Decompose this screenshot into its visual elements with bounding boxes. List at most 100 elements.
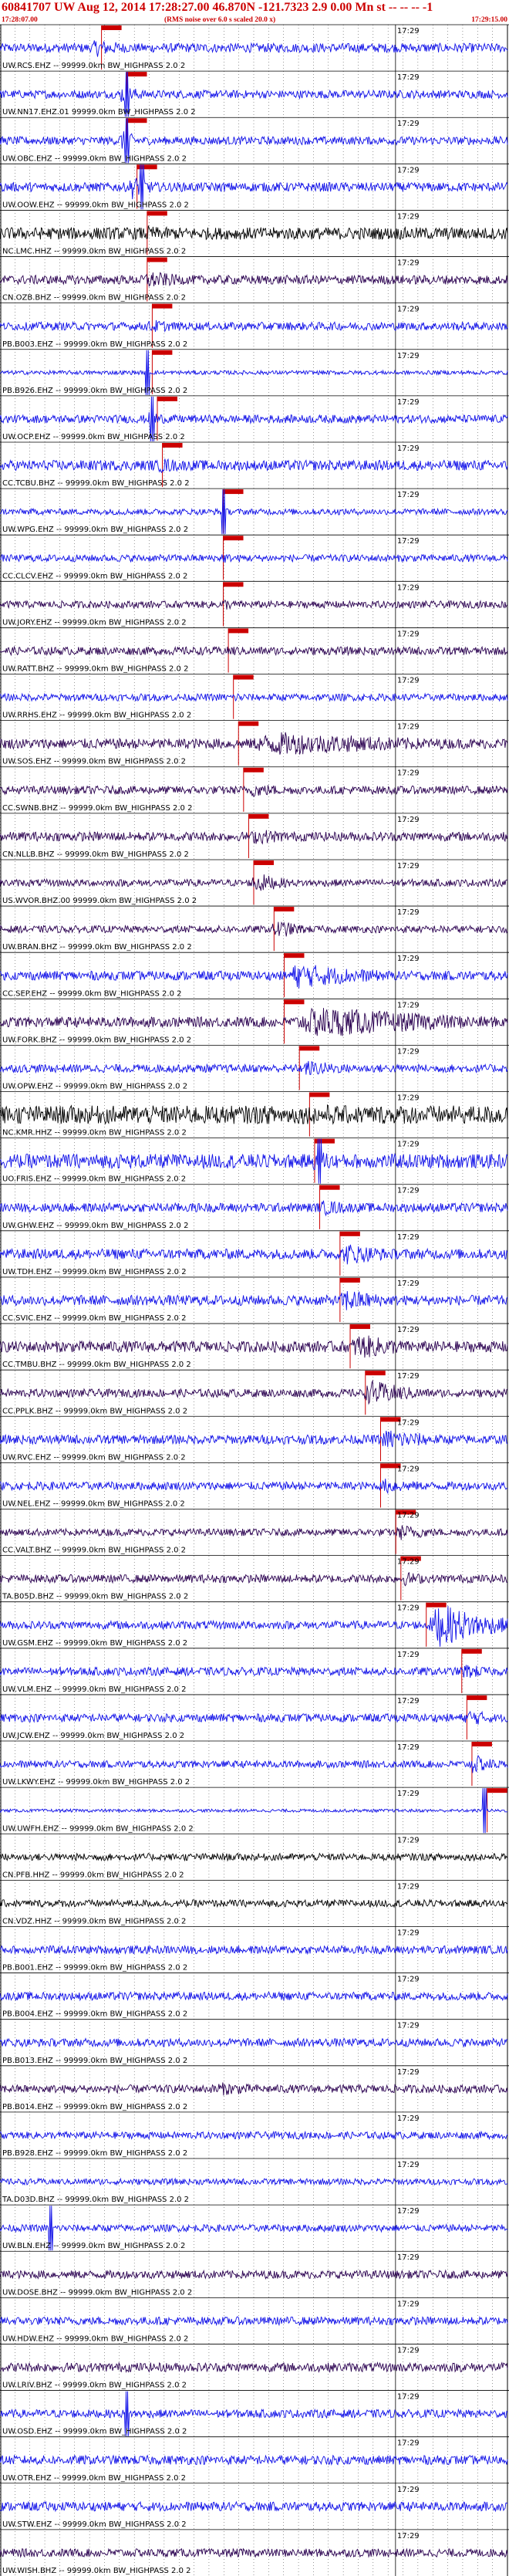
pick-marker (461, 1648, 482, 1654)
minute-mark-label: 17:29 (397, 166, 420, 174)
trace-label: UW.HDW.EHZ -- 99999.0km BW_HIGHPASS 2.0 … (2, 2334, 188, 2343)
trace-panel: 17:29 CC.VALT.BHZ -- 99999.0km BW_HIGHPAS… (0, 1509, 509, 1555)
trace-panel: 17:29 PB.B013.EHZ -- 99999.0km BW_HIGHPAS… (0, 2019, 509, 2065)
trace-panel: 17:29 CN.OZB.BHZ -- 99999.0km BW_HIGHPASS… (0, 256, 509, 303)
pick-marker (248, 813, 269, 819)
trace-label: UW.RVC.EHZ -- 99999.0km BW_HIGHPASS 2.0 … (2, 1453, 186, 1462)
trace-label: UW.OPW.EHZ -- 99999.0km BW_HIGHPASS 2.0 … (2, 1083, 187, 1091)
waveform (0, 1898, 508, 1908)
trace-label: UW.UWFH.EHZ -- 99999.0km BW_HIGHPASS 2.0… (2, 1824, 194, 1833)
trace-label: PB.B001.EHZ -- 99999.0km BW_HIGHPASS 2.0… (2, 1964, 187, 1973)
trace-label: UW.RATT.BHZ -- 99999.0km BW_HIGHPASS 2.0… (2, 665, 188, 674)
trace-label: UW.NN17.EHZ.01 99999.0km BW_HIGHPASS 2.0… (2, 108, 196, 117)
waveform (0, 2361, 508, 2373)
minute-mark-label: 17:29 (397, 352, 420, 360)
minute-mark-label: 17:29 (397, 259, 420, 268)
pick-marker (339, 1231, 360, 1236)
pick-marker (147, 211, 167, 216)
trace-panel: 17:29 NC.KMR.HHZ -- 99999.0km BW_HIGHPASS… (0, 1091, 509, 1138)
pick-marker (223, 536, 244, 541)
minute-mark-label: 17:29 (397, 677, 420, 685)
trace-panel: 17:29 UW.DOSE.BHZ -- 99999.0km BW_HIGHPAS… (0, 2250, 509, 2297)
trace-panel: 17:29 CN.NLLB.BHZ -- 99999.0km BW_HIGHPAS… (0, 813, 509, 859)
pick-marker (284, 999, 305, 1005)
trace-panel: 17:29 UW.OSD.EHZ -- 99999.0km BW_HIGHPASS… (0, 2390, 509, 2436)
pick-marker (101, 25, 122, 30)
minute-mark-label: 17:29 (397, 1882, 420, 1891)
trace-label: UW.SOS.EHZ -- 99999.0km BW_HIGHPASS 2.0 … (2, 758, 186, 766)
trace-panel: 17:29 UW.GSM.EHZ -- 99999.0km BW_HIGHPASS… (0, 1601, 509, 1648)
minute-mark-label: 17:29 (397, 306, 420, 314)
trace-panel: 17:29 CC.PPLK.BHZ -- 99999.0km BW_HIGHPAS… (0, 1369, 509, 1415)
trace-panel: 17:29 CC.SWNB.BHZ -- 99999.0km BW_HIGHPAS… (0, 766, 509, 813)
minute-mark-label: 17:29 (397, 2253, 420, 2262)
trace-label: PB.B013.EHZ -- 99999.0km BW_HIGHPASS 2.0… (2, 2057, 187, 2065)
trace-label: UW.JORY.EHZ -- 99999.0km BW_HIGHPASS 2.0… (2, 618, 187, 627)
minute-mark-label: 17:29 (397, 445, 420, 453)
pick-marker (471, 1742, 492, 1747)
waveform (0, 2315, 508, 2327)
trace-label: CC.VALT.BHZ -- 99999.0km BW_HIGHPASS 2.0… (2, 1547, 186, 1555)
trace-label: US.WVOR.BHZ.00 99999.0km BW_HIGHPASS 2.0… (2, 897, 197, 905)
trace-panel: 17:29 UW.LKWY.EHZ -- 99999.0km BW_HIGHPAS… (0, 1740, 509, 1787)
minute-mark-label: 17:29 (397, 816, 420, 824)
trace-panel: 17:29 CC.SVIC.EHZ -- 99999.0km BW_HIGHPAS… (0, 1276, 509, 1323)
trace-panel: 17:29 UW.JCW.EHZ -- 99999.0km BW_HIGHPASS… (0, 1694, 509, 1740)
waveform (0, 2269, 508, 2280)
trace-label: CN.OZB.BHZ -- 99999.0km BW_HIGHPASS 2.0 … (2, 294, 186, 303)
minute-mark-label: 17:29 (397, 2022, 420, 2030)
waveform (0, 1060, 508, 1076)
waveform (0, 1990, 508, 2002)
minute-mark-label: 17:29 (397, 2486, 420, 2494)
trace-label: CC.PPLK.BHZ -- 99999.0km BW_HIGHPASS 2.0… (2, 1407, 187, 1415)
trace-panel: 17:29 PB.B928.EHZ -- 99999.0km BW_HIGHPAS… (0, 2111, 509, 2158)
pick-marker (254, 860, 274, 865)
trace-label: CC.TMBU.BHZ -- 99999.0km BW_HIGHPASS 2.0… (2, 1361, 191, 1369)
trace-label: UW.VLM.EHZ -- 99999.0km BW_HIGHPASS 2.0 … (2, 1685, 186, 1694)
trace-panel: 17:29 NC.LMC.HHZ -- 99999.0km BW_HIGHPASS… (0, 210, 509, 256)
waveform (0, 1754, 508, 1773)
minute-mark-label: 17:29 (397, 1836, 420, 1844)
waveform (0, 2130, 508, 2141)
pick-marker (365, 1371, 386, 1376)
header-start-time: 17:28:07.00 (2, 16, 38, 24)
minute-mark-label: 17:29 (397, 1465, 420, 1473)
seismogram-plot: 60841707 UW Aug 12, 2014 17:28:27.00 46.… (0, 1, 509, 2576)
trace-panel: 17:29 UW.OTR.EHZ -- 99999.0km BW_HIGHPASS… (0, 2436, 509, 2483)
pick-marker (467, 1695, 487, 1700)
pick-marker (487, 1788, 507, 1793)
pick-marker (233, 674, 254, 680)
minute-mark-label: 17:29 (397, 1929, 420, 1937)
minute-mark-label: 17:29 (397, 583, 420, 592)
trace-label: CC.CLCV.EHZ -- 99999.0km BW_HIGHPASS 2.0… (2, 572, 187, 580)
waveform (0, 40, 508, 57)
minute-mark-label: 17:29 (397, 2161, 420, 2169)
trace-label: UW.BRAN.BHZ -- 99999.0km BW_HIGHPASS 2.0… (2, 943, 192, 952)
trace-panel: 17:29 UW.OCP.EHZ -- 99999.0km BW_HIGHPASS… (0, 395, 509, 442)
pick-marker (299, 1046, 320, 1051)
pick-marker (126, 118, 147, 123)
minute-mark-label: 17:29 (397, 1558, 420, 1567)
minute-mark-label: 17:29 (397, 1141, 420, 1149)
minute-mark-label: 17:29 (397, 1280, 420, 1288)
trace-panel: 17:29 CC.TMBU.BHZ -- 99999.0km BW_HIGHPAS… (0, 1323, 509, 1369)
trace-panel: 17:29 UW.HDW.EHZ -- 99999.0km BW_HIGHPASS… (0, 2297, 509, 2343)
trace-panel: 17:29 UW.RVC.EHZ -- 99999.0km BW_HIGHPASS… (0, 1415, 509, 1462)
waveform (0, 1200, 508, 1217)
minute-mark-label: 17:29 (397, 769, 420, 778)
minute-mark-label: 17:29 (397, 398, 420, 407)
minute-mark-label: 17:29 (397, 1511, 420, 1520)
header-title: 60841707 UW Aug 12, 2014 17:28:27.00 46.… (2, 1, 433, 14)
minute-mark-label: 17:29 (397, 630, 420, 638)
trace-panel: 17:29 UW.TDH.EHZ -- 99999.0km BW_HIGHPASS… (0, 1230, 509, 1276)
trace-label: CC.SWNB.BHZ -- 99999.0km BW_HIGHPASS 2.0… (2, 804, 192, 813)
trace-label: UW.OOW.EHZ -- 99999.0km BW_HIGHPASS 2.0 … (2, 201, 189, 209)
trace-panel: 17:29 UW.FORK.BHZ -- 99999.0km BW_HIGHPAS… (0, 998, 509, 1044)
trace-label: PB.B928.EHZ -- 99999.0km BW_HIGHPASS 2.0… (2, 2149, 187, 2158)
trace-panel: 17:29 UW.NN17.EHZ.01 99999.0km BW_HIGHPAS… (0, 70, 509, 117)
waveform (0, 458, 508, 474)
trace-label: UW.LKWY.EHZ -- 99999.0km BW_HIGHPASS 2.0… (2, 1778, 190, 1787)
waveform (0, 2037, 508, 2048)
minute-mark-label: 17:29 (397, 1047, 420, 1056)
trace-panel: 17:29 UW.STW.EHZ -- 99999.0km BW_HIGHPASS… (0, 2483, 509, 2529)
